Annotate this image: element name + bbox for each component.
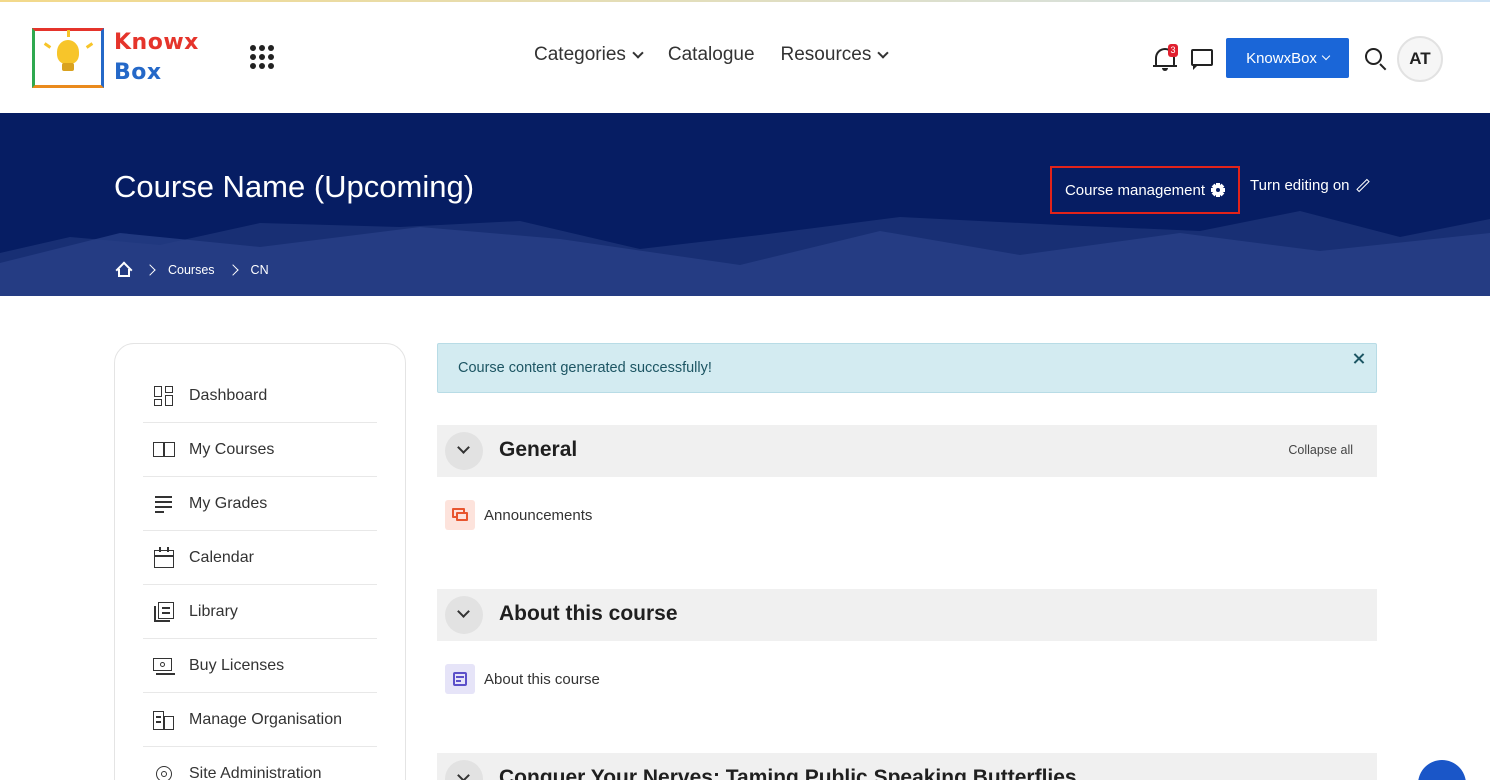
- nav-catalogue-label: Catalogue: [667, 44, 755, 65]
- chevron-down-icon: [632, 46, 644, 59]
- chevron-down-icon: [1321, 51, 1331, 61]
- sidebar-item-my-grades[interactable]: My Grades: [143, 477, 377, 531]
- sidebar-item-label: My Courses: [189, 440, 275, 458]
- nav-resources-label: Resources: [780, 44, 872, 65]
- lightbulb-base: [62, 63, 74, 71]
- chevron-right-icon: [144, 263, 156, 276]
- sidebar-item-label: Buy Licenses: [189, 656, 285, 674]
- account-menu-button[interactable]: KnowxBox: [1226, 38, 1349, 78]
- dashboard-icon: [153, 385, 175, 407]
- sidebar-item-manage-organisation[interactable]: Manage Organisation: [143, 693, 377, 747]
- breadcrumb: Courses CN: [115, 261, 269, 279]
- lightbulb-icon: [57, 40, 79, 64]
- section-collapse-toggle[interactable]: [445, 596, 483, 634]
- sidebar-item-label: Site Administration: [189, 765, 322, 780]
- knowxbox-logo[interactable]: Knowx Box: [30, 26, 210, 92]
- activity-announcements[interactable]: Announcements: [445, 500, 592, 530]
- course-banner: Course Name (Upcoming) Course management…: [0, 113, 1490, 296]
- sidebar-item-my-courses[interactable]: My Courses: [143, 423, 377, 477]
- section-collapse-toggle[interactable]: [445, 760, 483, 780]
- page-icon: [445, 664, 475, 694]
- section-collapse-toggle[interactable]: [445, 432, 483, 470]
- nav-catalogue[interactable]: Catalogue: [668, 44, 755, 66]
- library-icon: [153, 601, 175, 623]
- logo-text-box: Box: [114, 60, 162, 85]
- gear-icon: [153, 763, 175, 780]
- chevron-right-icon: [226, 263, 239, 276]
- breadcrumb-cn[interactable]: CN: [251, 263, 269, 277]
- logo-text-knowx: Knowx: [114, 30, 199, 55]
- section-title: Conquer Your Nerves: Taming Public Speak…: [499, 766, 1077, 780]
- nav-categories[interactable]: Categories: [534, 44, 644, 66]
- sidebar-item-library[interactable]: Library: [143, 585, 377, 639]
- notification-count-badge: 3: [1168, 44, 1178, 57]
- help-fab-button[interactable]: [1418, 760, 1466, 780]
- activity-label: About this course: [484, 670, 600, 688]
- section-title: About this course: [499, 602, 678, 625]
- sidebar-item-dashboard[interactable]: Dashboard: [143, 369, 377, 423]
- messages-icon[interactable]: [1190, 48, 1214, 70]
- collapse-all-link[interactable]: Collapse all: [1288, 443, 1353, 457]
- section-header-general: General Collapse all: [437, 425, 1377, 477]
- search-icon[interactable]: [1364, 47, 1388, 71]
- home-icon[interactable]: [115, 261, 133, 279]
- course-management-button[interactable]: Course management: [1050, 166, 1240, 214]
- sidebar-item-buy-licenses[interactable]: Buy Licenses: [143, 639, 377, 693]
- main-nav: Categories Catalogue Resources: [534, 44, 890, 66]
- activity-label: Announcements: [484, 506, 593, 524]
- close-icon[interactable]: [1352, 352, 1366, 366]
- forum-icon: [445, 500, 475, 530]
- chevron-down-icon: [457, 769, 470, 780]
- section-title: General: [499, 438, 578, 461]
- course-management-label: Course management: [1064, 181, 1206, 199]
- organisation-icon: [153, 709, 175, 731]
- sidebar-item-label: Dashboard: [189, 386, 268, 404]
- success-alert: Course content generated successfully!: [437, 343, 1377, 393]
- sidebar: Dashboard My Courses My Grades Calendar: [114, 343, 406, 780]
- breadcrumb-courses[interactable]: Courses: [168, 263, 215, 277]
- section-header-conquer-nerves: Conquer Your Nerves: Taming Public Speak…: [437, 753, 1377, 780]
- grades-icon: [153, 493, 175, 515]
- sidebar-item-label: Library: [189, 602, 238, 620]
- apps-grid-icon[interactable]: [250, 45, 274, 69]
- activity-about-course[interactable]: About this course: [445, 664, 600, 694]
- licenses-icon: [153, 655, 175, 677]
- turn-editing-on-button[interactable]: Turn editing on: [1250, 177, 1370, 194]
- sidebar-item-label: Calendar: [189, 548, 254, 566]
- turn-editing-label: Turn editing on: [1250, 177, 1350, 194]
- sidebar-item-label: My Grades: [189, 494, 268, 512]
- pencil-icon: [1355, 178, 1370, 193]
- calendar-icon: [153, 546, 175, 569]
- chevron-down-icon: [877, 46, 890, 59]
- section-header-about: About this course: [437, 589, 1377, 641]
- gear-icon: [1211, 183, 1226, 197]
- account-menu-label: KnowxBox: [1246, 49, 1317, 67]
- sidebar-item-calendar[interactable]: Calendar: [143, 531, 377, 585]
- notifications-bell-icon[interactable]: 3: [1153, 44, 1178, 72]
- nav-resources[interactable]: Resources: [780, 44, 890, 66]
- course-title: Course Name (Upcoming): [114, 169, 475, 204]
- sidebar-item-site-administration[interactable]: Site Administration: [143, 747, 377, 780]
- nav-categories-label: Categories: [534, 44, 626, 65]
- chevron-down-icon: [457, 605, 470, 618]
- chevron-down-icon: [457, 441, 470, 454]
- user-avatar[interactable]: AT: [1397, 36, 1443, 82]
- alert-message: Course content generated successfully!: [458, 360, 712, 376]
- site-header: Knowx Box Categories Catalogue Resources…: [0, 2, 1490, 113]
- book-icon: [153, 439, 175, 461]
- sidebar-item-label: Manage Organisation: [189, 710, 342, 728]
- logo-ray: [67, 30, 70, 37]
